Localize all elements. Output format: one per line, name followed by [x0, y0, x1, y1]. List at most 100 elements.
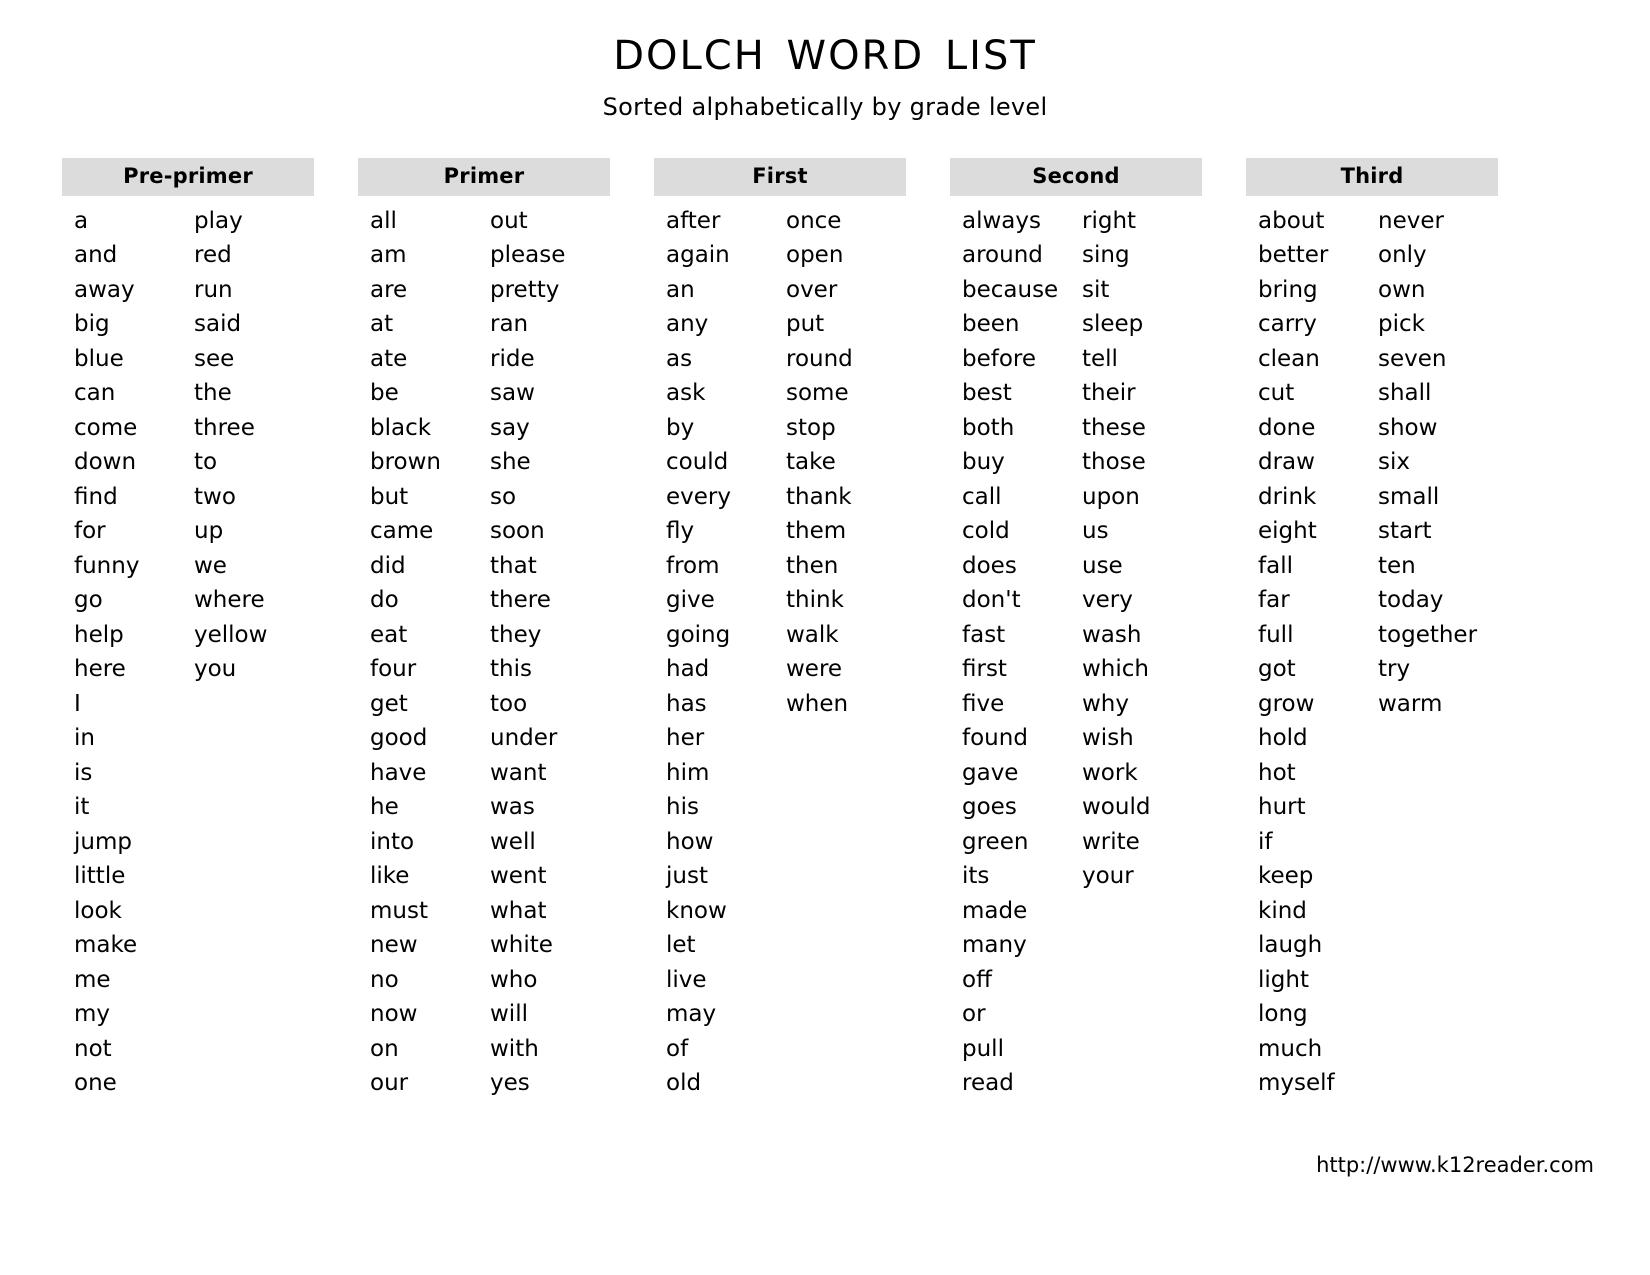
word-item: light — [1258, 966, 1309, 993]
word-item: was — [490, 794, 535, 821]
word-item: call — [962, 483, 1002, 510]
page-title: DOLCH WORD LIST — [613, 33, 1037, 79]
word-item: ride — [490, 345, 535, 372]
word-item: walk — [786, 621, 839, 648]
word-item: I — [74, 690, 81, 717]
word-item: us — [1082, 518, 1109, 545]
word-columns: a and away big blue can come down find for funny go… — [62, 204, 314, 1101]
word-columns: all am are at ate be black brown but came did do eat… — [358, 204, 610, 1101]
word-item: never — [1378, 207, 1444, 234]
word-item: be — [370, 380, 399, 407]
word-item: ate — [370, 345, 408, 372]
word-subcolumn-right: once open over put round some stop take thank the… — [780, 204, 906, 1101]
word-item: stop — [786, 414, 836, 441]
word-item: good — [370, 725, 428, 752]
word-item: together — [1378, 621, 1478, 648]
word-item: with — [490, 1035, 539, 1062]
word-item: better — [1258, 242, 1329, 269]
word-item: four — [370, 656, 417, 683]
word-item: think — [786, 587, 844, 614]
word-item: eat — [370, 621, 408, 648]
word-item: because — [962, 276, 1059, 303]
word-item: no — [370, 966, 399, 993]
word-item: shall — [1378, 380, 1432, 407]
word-item: know — [666, 897, 727, 924]
word-item: keep — [1258, 863, 1314, 890]
word-item: see — [194, 345, 235, 372]
word-item: long — [1258, 1001, 1308, 1028]
word-item: or — [962, 1001, 986, 1028]
word-item: hold — [1258, 725, 1308, 752]
word-item: then — [786, 552, 839, 579]
word-columns: always around because been before best both buy… — [950, 204, 1202, 1101]
word-item: both — [962, 414, 1015, 441]
word-item: all — [370, 207, 397, 234]
word-item: your — [1082, 863, 1134, 890]
word-item: that — [490, 552, 537, 579]
word-item: done — [1258, 414, 1316, 441]
word-item: has — [666, 690, 707, 717]
word-item: will — [490, 1001, 528, 1028]
word-item: green — [962, 828, 1029, 855]
word-item: write — [1082, 828, 1140, 855]
word-item: full — [1258, 621, 1294, 648]
word-item: some — [786, 380, 849, 407]
word-item: cold — [962, 518, 1010, 545]
worksheet-page: DOLCH WORD LIST Sorted alphabetically by… — [0, 0, 1650, 1275]
word-subcolumn-left: all am are at ate be black brown but came did do eat… — [358, 204, 484, 1101]
word-item: right — [1082, 207, 1137, 234]
word-subcolumn-left: after again an any as ask by could every fly from g… — [654, 204, 780, 1101]
word-item: black — [370, 414, 432, 441]
word-item: me — [74, 966, 111, 993]
word-item: this — [490, 656, 532, 683]
word-item: we — [194, 552, 227, 579]
word-item: when — [786, 690, 849, 717]
word-item: who — [490, 966, 538, 993]
word-item: on — [370, 1035, 399, 1062]
footer-url: http://www.k12reader.com — [1316, 1153, 1594, 1177]
word-subcolumn-left: about better bring carry clean cut done draw dri… — [1246, 204, 1372, 1101]
word-item: please — [490, 242, 566, 269]
word-columns: about better bring carry clean cut done draw dri… — [1246, 204, 1498, 1101]
word-item: not — [74, 1035, 112, 1062]
word-item: does — [962, 552, 1017, 579]
word-item: had — [666, 656, 710, 683]
word-item: saw — [490, 380, 535, 407]
word-item: first — [962, 656, 1007, 683]
word-item: eight — [1258, 518, 1317, 545]
word-item: let — [666, 932, 696, 959]
word-item: from — [666, 552, 720, 579]
word-item: may — [666, 1001, 717, 1028]
word-item: sit — [1082, 276, 1110, 303]
word-item: would — [1082, 794, 1151, 821]
word-item: my — [74, 1001, 111, 1028]
word-item: put — [786, 311, 825, 338]
word-item: five — [962, 690, 1005, 717]
word-item: must — [370, 897, 428, 924]
word-item: blue — [74, 345, 124, 372]
word-item: new — [370, 932, 418, 959]
word-item: here — [74, 656, 126, 683]
word-item: could — [666, 449, 729, 476]
word-item: open — [786, 242, 844, 269]
word-item: look — [74, 897, 122, 924]
word-item: show — [1378, 414, 1438, 441]
word-item: far — [1258, 587, 1290, 614]
word-item: and — [74, 242, 118, 269]
word-item: did — [370, 552, 406, 579]
word-item: too — [490, 690, 528, 717]
word-subcolumn-right: right sing sit sleep tell their these those upon… — [1076, 204, 1202, 1101]
word-item: buy — [962, 449, 1005, 476]
word-item: our — [370, 1070, 409, 1097]
word-item: you — [194, 656, 237, 683]
word-item: made — [962, 897, 1028, 924]
word-item: wish — [1082, 725, 1134, 752]
word-item: the — [194, 380, 232, 407]
word-item: where — [194, 587, 265, 614]
word-item: brown — [370, 449, 442, 476]
word-item: she — [490, 449, 531, 476]
word-item: were — [786, 656, 843, 683]
word-item: one — [74, 1070, 117, 1097]
word-item: best — [962, 380, 1012, 407]
word-item: why — [1082, 690, 1129, 717]
